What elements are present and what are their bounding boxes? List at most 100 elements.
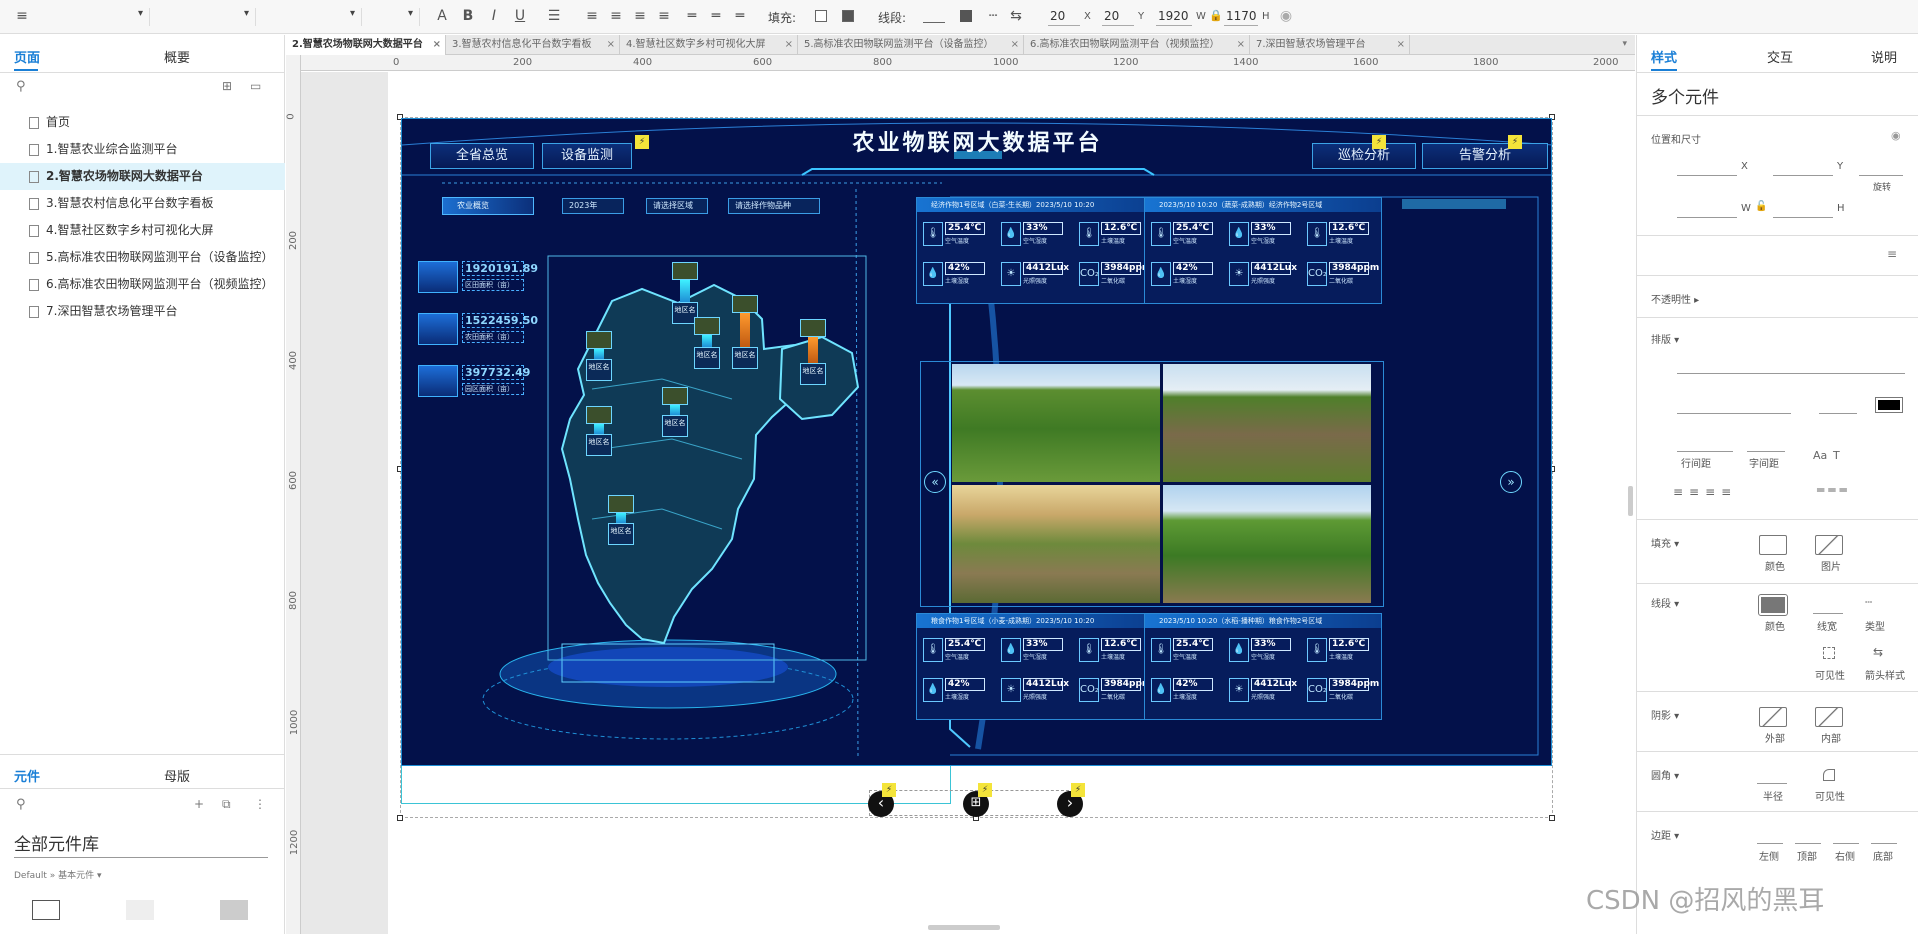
field-camera-1[interactable] bbox=[952, 364, 1160, 482]
doc-tab[interactable]: 7.深田智慧农场管理平台 × bbox=[1250, 35, 1410, 55]
font-size-dropdown[interactable]: ▾ bbox=[368, 8, 420, 26]
stroke-type-icon[interactable]: ┄ bbox=[1865, 595, 1872, 609]
font-family-field[interactable] bbox=[1677, 373, 1905, 374]
doc-tab-active[interactable]: 2.智慧农场物联网大数据平台 × bbox=[286, 35, 446, 55]
stroke-type-icon[interactable]: ┄ bbox=[985, 8, 1001, 24]
x-field[interactable] bbox=[1677, 175, 1737, 176]
stroke-section-label[interactable]: 线段 ▾ bbox=[1651, 595, 1679, 610]
dashboard-mockup[interactable]: 农业物联网大数据平台 全省总览 设备监测 巡检分析 告警分析 ⚡ ⚡ ⚡ 农业概… bbox=[401, 118, 1552, 766]
valign-top-icon[interactable]: ═ bbox=[684, 8, 700, 24]
page-item-1[interactable]: 1.智慧农业综合监测平台 bbox=[0, 136, 285, 163]
h-field[interactable] bbox=[1773, 217, 1833, 218]
library-select[interactable]: 全部元件库 bbox=[14, 830, 268, 858]
import-library-icon[interactable]: ⧉ bbox=[222, 797, 231, 812]
region-select[interactable]: 请选择区域 bbox=[646, 198, 708, 214]
font-color-icon[interactable]: A bbox=[434, 8, 450, 24]
padding-right-field[interactable] bbox=[1833, 843, 1859, 844]
h-input[interactable]: 1170 bbox=[1224, 8, 1258, 26]
font-family-dropdown[interactable]: ▾ bbox=[156, 8, 256, 26]
field-camera-2[interactable] bbox=[1163, 364, 1371, 482]
style-editor-icon[interactable]: ≡ bbox=[1887, 247, 1897, 261]
bullet-list-icon[interactable]: ☰ bbox=[546, 8, 562, 24]
line-spacing-field[interactable] bbox=[1677, 451, 1733, 452]
style-dropdown[interactable]: ▾ bbox=[40, 8, 150, 26]
doc-tab[interactable]: 3.智慧农村信息化平台数字看板 × bbox=[446, 35, 620, 55]
opacity-label[interactable]: 不透明性 ▸ bbox=[1651, 291, 1699, 306]
page-item-2-selected[interactable]: 2.智慧农场物联网大数据平台 bbox=[0, 163, 285, 190]
padding-bottom-field[interactable] bbox=[1871, 843, 1897, 844]
stroke-color-swatch[interactable] bbox=[923, 22, 945, 23]
typography-label[interactable]: 排版 ▾ bbox=[1651, 331, 1679, 346]
padding-section-label[interactable]: 边距 ▾ bbox=[1651, 827, 1679, 842]
close-icon[interactable]: × bbox=[1237, 35, 1245, 55]
resize-handle[interactable] bbox=[1549, 815, 1555, 821]
close-icon[interactable]: × bbox=[433, 35, 441, 55]
underline-icon[interactable]: U bbox=[512, 8, 528, 24]
close-icon[interactable]: × bbox=[607, 35, 615, 55]
bold-icon[interactable]: B bbox=[460, 8, 476, 24]
close-icon[interactable]: × bbox=[1011, 35, 1019, 55]
valign-bottom-icon[interactable]: ═ bbox=[732, 8, 748, 24]
corner-section-label[interactable]: 圆角 ▾ bbox=[1651, 767, 1679, 782]
x-input[interactable]: 20 bbox=[1048, 8, 1080, 26]
add-folder-icon[interactable]: ▭ bbox=[250, 79, 261, 93]
map-pin[interactable]: 地区名 bbox=[586, 331, 616, 381]
font-weight-field[interactable] bbox=[1677, 413, 1791, 414]
stroke-fill-swatch[interactable] bbox=[960, 10, 972, 22]
font-weight-dropdown[interactable]: ▾ bbox=[262, 8, 362, 26]
text-style-icon[interactable]: ≡ bbox=[14, 8, 30, 24]
inner-shadow-swatch[interactable] bbox=[1815, 707, 1843, 727]
doc-tab[interactable]: 4.智慧社区数字乡村可视化大屏 × bbox=[620, 35, 798, 55]
search-icon[interactable]: ⚲ bbox=[16, 797, 26, 812]
w-input[interactable]: 1920 bbox=[1156, 8, 1192, 26]
text-align-icons[interactable]: ≡≡≡≡ bbox=[1673, 485, 1737, 499]
nav-device-button[interactable]: 设备监测 bbox=[542, 143, 632, 169]
fill-section-label[interactable]: 填充 ▾ bbox=[1651, 535, 1679, 550]
placeholder-widget[interactable] bbox=[126, 900, 154, 920]
padding-left-field[interactable] bbox=[1757, 843, 1783, 844]
align-center-icon[interactable]: ≡ bbox=[608, 8, 624, 24]
page-item-3[interactable]: 3.智慧农村信息化平台数字看板 bbox=[0, 190, 285, 217]
visibility-eye-icon[interactable]: ◉ bbox=[1278, 8, 1294, 24]
more-menu-icon[interactable]: ⋮ bbox=[254, 797, 266, 811]
arrow-style-icon[interactable]: ⇆ bbox=[1008, 8, 1024, 24]
tab-outline[interactable]: 概要 bbox=[164, 47, 190, 66]
close-icon[interactable]: × bbox=[785, 35, 793, 55]
search-icon[interactable]: ⚲ bbox=[16, 79, 26, 94]
tab-style[interactable]: 样式 bbox=[1651, 47, 1677, 66]
tabs-overflow-icon[interactable]: ▾ bbox=[1622, 39, 1627, 49]
w-field[interactable] bbox=[1677, 217, 1737, 218]
tab-widgets[interactable]: 元件 bbox=[14, 766, 40, 785]
close-icon[interactable]: × bbox=[1397, 35, 1405, 55]
image-widget[interactable] bbox=[220, 900, 248, 920]
vertical-scrollbar[interactable] bbox=[1628, 486, 1633, 516]
next-arrow-icon[interactable]: » bbox=[1500, 471, 1522, 493]
char-spacing-field[interactable] bbox=[1747, 451, 1785, 452]
page-item-0[interactable]: 首页 bbox=[0, 109, 285, 136]
map-pin[interactable]: 地区名 bbox=[800, 319, 830, 385]
fill-color-swatch[interactable] bbox=[1759, 535, 1787, 555]
rotation-field[interactable] bbox=[1859, 175, 1903, 176]
page-item-5[interactable]: 5.高标准农田物联网监测平台（设备监控） bbox=[0, 244, 285, 271]
eye-icon[interactable]: ◉ bbox=[1891, 129, 1901, 142]
doc-tab[interactable]: 6.高标准农田物联网监测平台（视频监控） × bbox=[1024, 35, 1250, 55]
shadow-section-label[interactable]: 阴影 ▾ bbox=[1651, 707, 1679, 722]
map-pin[interactable]: 地区名 bbox=[694, 317, 724, 369]
padding-top-field[interactable] bbox=[1795, 843, 1821, 844]
map-pin[interactable]: 地区名 bbox=[672, 262, 702, 324]
year-select[interactable]: 2023年 bbox=[562, 198, 624, 214]
align-left-icon[interactable]: ≡ bbox=[584, 8, 600, 24]
corner-visibility-icon[interactable] bbox=[1823, 769, 1835, 781]
font-size-field[interactable] bbox=[1819, 413, 1857, 414]
page-item-4[interactable]: 4.智慧社区数字乡村可视化大屏 bbox=[0, 217, 285, 244]
library-path[interactable]: Default » 基本元件 ▾ bbox=[14, 868, 102, 881]
y-input[interactable]: 20 bbox=[1102, 8, 1134, 26]
stroke-width-field[interactable] bbox=[1813, 613, 1843, 614]
nav-overview-button[interactable]: 全省总览 bbox=[430, 143, 534, 169]
doc-tab[interactable]: 5.高标准农田物联网监测平台（设备监控） × bbox=[798, 35, 1024, 55]
vertical-align-icons[interactable]: ═══ bbox=[1817, 483, 1851, 497]
field-camera-3[interactable] bbox=[952, 485, 1160, 603]
tab-masters[interactable]: 母版 bbox=[164, 766, 190, 785]
arrow-style-icon[interactable]: ⇆ bbox=[1873, 645, 1883, 659]
map-pin[interactable]: 地区名 bbox=[662, 387, 692, 437]
